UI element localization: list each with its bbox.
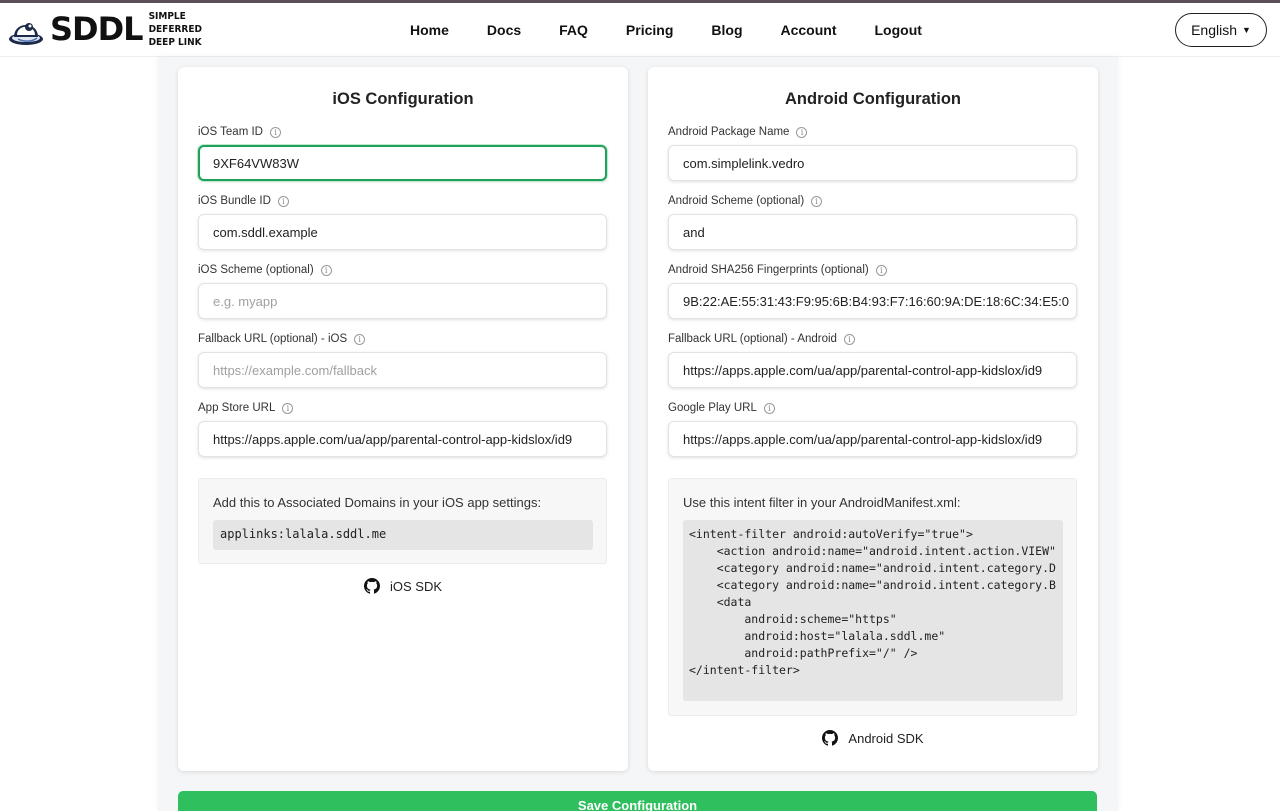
nav-home[interactable]: Home bbox=[410, 22, 449, 38]
android-manifest-title: Use this intent filter in your AndroidMa… bbox=[683, 495, 961, 510]
brand-name: SDDL bbox=[50, 10, 144, 48]
android-sdk-label: Android SDK bbox=[848, 730, 924, 746]
info-icon[interactable]: i bbox=[843, 333, 855, 345]
info-icon[interactable]: i bbox=[354, 333, 366, 345]
site-header: SDDL SIMPLE DEFERRED DEEP LINK Home Docs… bbox=[0, 3, 1280, 57]
android-config-card: Android Configuration Android Package Na… bbox=[648, 67, 1098, 771]
info-icon[interactable]: i bbox=[277, 195, 289, 207]
associated-domains-box: Add this to Associated Domains in your i… bbox=[198, 478, 607, 564]
ios-config-card: iOS Configuration iOS Team ID i 9XF64VW83… bbox=[178, 67, 628, 771]
logo-icon bbox=[9, 23, 43, 45]
google-play-url-label-text: Google Play URL bbox=[668, 402, 757, 414]
github-icon bbox=[822, 730, 839, 746]
brand-tagline-line2: DEEP LINK bbox=[148, 36, 202, 48]
language-selected: English bbox=[1191, 22, 1237, 38]
android-sdk-link[interactable]: Android SDK bbox=[648, 730, 1098, 746]
ios-config-title: iOS Configuration bbox=[332, 90, 474, 108]
info-icon[interactable]: i bbox=[763, 402, 775, 414]
ios-scheme-input[interactable]: e.g. myapp bbox=[198, 283, 607, 319]
github-icon bbox=[363, 578, 380, 594]
info-icon[interactable]: i bbox=[269, 126, 281, 138]
brand-tagline-line1: SIMPLE DEFERRED bbox=[148, 10, 202, 35]
android-scheme-input[interactable]: and bbox=[668, 214, 1077, 250]
android-sha256-input[interactable]: 9B:22:AE:55:31:43:F9:95:6B:B4:93:F7:16:6… bbox=[668, 283, 1077, 319]
info-icon[interactable]: i bbox=[796, 126, 808, 138]
ios-fallback-label: Fallback URL (optional) - iOS i bbox=[198, 333, 366, 345]
ios-team-id-input[interactable]: 9XF64VW83W bbox=[198, 145, 607, 181]
ios-fallback-input[interactable]: https://example.com/fallback bbox=[198, 352, 607, 388]
ios-scheme-label-text: iOS Scheme (optional) bbox=[198, 264, 314, 276]
app-store-url-label-text: App Store URL bbox=[198, 402, 276, 414]
android-package-label-text: Android Package Name bbox=[668, 126, 790, 138]
info-icon[interactable]: i bbox=[875, 264, 887, 276]
nav-logout[interactable]: Logout bbox=[875, 22, 922, 38]
info-icon[interactable]: i bbox=[811, 195, 823, 207]
android-sha256-label-text: Android SHA256 Fingerprints (optional) bbox=[668, 264, 869, 276]
ios-sdk-link[interactable]: iOS SDK bbox=[178, 578, 628, 594]
ios-team-id-label: iOS Team ID i bbox=[198, 126, 281, 138]
android-config-title: Android Configuration bbox=[785, 90, 961, 108]
language-select[interactable]: English ▼ bbox=[1175, 13, 1267, 47]
android-manifest-code: <intent-filter android:autoVerify="true"… bbox=[683, 520, 1063, 701]
chevron-down-icon: ▼ bbox=[1242, 25, 1251, 35]
nav-account[interactable]: Account bbox=[781, 22, 837, 38]
google-play-url-input[interactable]: https://apps.apple.com/ua/app/parental-c… bbox=[668, 421, 1077, 457]
app-store-url-input[interactable]: https://apps.apple.com/ua/app/parental-c… bbox=[198, 421, 607, 457]
main-nav: Home Docs FAQ Pricing Blog Account Logou… bbox=[410, 3, 960, 57]
android-fallback-input[interactable]: https://apps.apple.com/ua/app/parental-c… bbox=[668, 352, 1077, 388]
nav-faq[interactable]: FAQ bbox=[559, 22, 588, 38]
android-scheme-label: Android Scheme (optional) i bbox=[668, 195, 823, 207]
brand-logo[interactable]: SDDL SIMPLE DEFERRED DEEP LINK bbox=[6, 9, 229, 49]
android-fallback-label: Fallback URL (optional) - Android i bbox=[668, 333, 855, 345]
ios-bundle-id-label: iOS Bundle ID i bbox=[198, 195, 289, 207]
ios-team-id-label-text: iOS Team ID bbox=[198, 126, 263, 138]
save-configuration-button[interactable]: Save Configuration bbox=[178, 791, 1097, 811]
android-fallback-label-text: Fallback URL (optional) - Android bbox=[668, 333, 837, 345]
nav-pricing[interactable]: Pricing bbox=[626, 22, 673, 38]
nav-docs[interactable]: Docs bbox=[487, 22, 521, 38]
info-icon[interactable]: i bbox=[320, 264, 332, 276]
ios-fallback-label-text: Fallback URL (optional) - iOS bbox=[198, 333, 348, 345]
android-scheme-label-text: Android Scheme (optional) bbox=[668, 195, 805, 207]
app-store-url-label: App Store URL i bbox=[198, 402, 294, 414]
associated-domains-title: Add this to Associated Domains in your i… bbox=[213, 495, 542, 510]
info-icon[interactable]: i bbox=[282, 402, 294, 414]
ios-bundle-id-label-text: iOS Bundle ID bbox=[198, 195, 271, 207]
ios-bundle-id-input[interactable]: com.sddl.example bbox=[198, 214, 607, 250]
android-manifest-box: Use this intent filter in your AndroidMa… bbox=[668, 478, 1077, 716]
ios-sdk-label: iOS SDK bbox=[389, 578, 442, 594]
google-play-url-label: Google Play URL i bbox=[668, 402, 775, 414]
ios-scheme-label: iOS Scheme (optional) i bbox=[198, 264, 332, 276]
associated-domains-code: applinks:lalala.sddl.me bbox=[213, 520, 593, 550]
android-package-label: Android Package Name i bbox=[668, 126, 808, 138]
android-sha256-label: Android SHA256 Fingerprints (optional) i bbox=[668, 264, 887, 276]
android-package-input[interactable]: com.simplelink.vedro bbox=[668, 145, 1077, 181]
brand-tagline: SIMPLE DEFERRED DEEP LINK bbox=[149, 10, 229, 49]
nav-blog[interactable]: Blog bbox=[711, 22, 742, 38]
